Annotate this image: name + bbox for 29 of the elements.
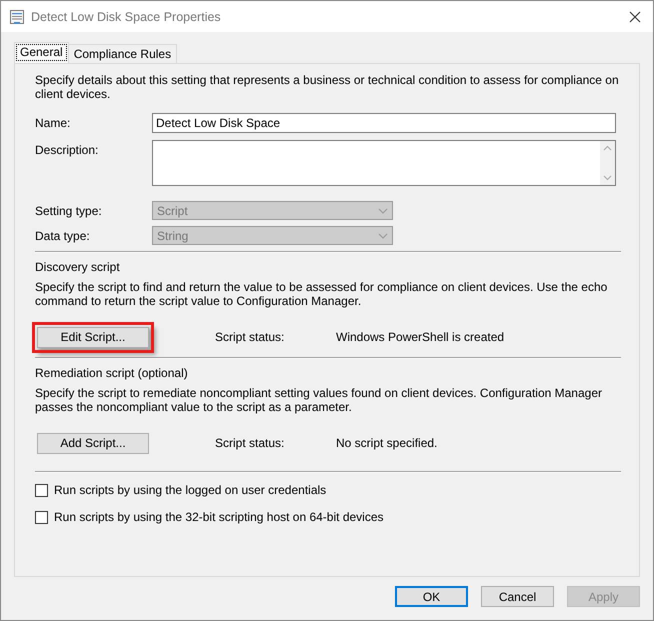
checkbox-label: Run scripts by using the 32-bit scripting host on 64-bit devices [54,510,384,524]
field-label: Name: [35,115,72,130]
tab[interactable]: Compliance Rules [68,44,178,63]
checkbox[interactable] [35,484,48,496]
dialog-button[interactable]: OK [395,586,468,607]
window-title: Detect Low Disk Space Properties [31,10,222,24]
checkbox-label: Run scripts by using the logged on user credentials [54,483,326,497]
status-label: Script status: [215,330,286,344]
properties-icon [9,8,25,24]
chevron-down-icon [378,208,388,214]
field-label: Setting type: [35,204,103,218]
intro-text: Specify details about this setting that represents a business or technical condition to assess for compliance on client devices. [35,73,619,101]
section-description: Specify the script to remediate noncompliant setting values found on client devices. Configuration Manager passes the noncompliant value to the script as a parameter. [35,386,603,414]
section-description: Specify the script to find and return the value to be assessed for compliance on client devices. Use the echo command to return the script value to Configuration Manager. [35,280,608,308]
tab[interactable]: General [14,42,69,63]
name-field[interactable]: Detect Low Disk Space [152,113,616,133]
chevron-down-icon [378,232,388,238]
field-label: Description: [35,142,100,157]
script-button[interactable]: Add Script... [37,432,149,454]
section-title: Discovery script [35,260,121,274]
close-icon[interactable] [629,10,641,22]
description-field[interactable] [152,140,616,186]
dialog-button[interactable]: Cancel [481,586,554,607]
section-title: Remediation script (optional) [35,366,189,380]
checkbox[interactable] [35,510,48,524]
status-value: No script specified. [336,436,438,450]
field-label: Data type: [35,228,91,242]
status-value: Windows PowerShell is created [336,330,504,344]
status-label: Script status: [215,436,286,450]
